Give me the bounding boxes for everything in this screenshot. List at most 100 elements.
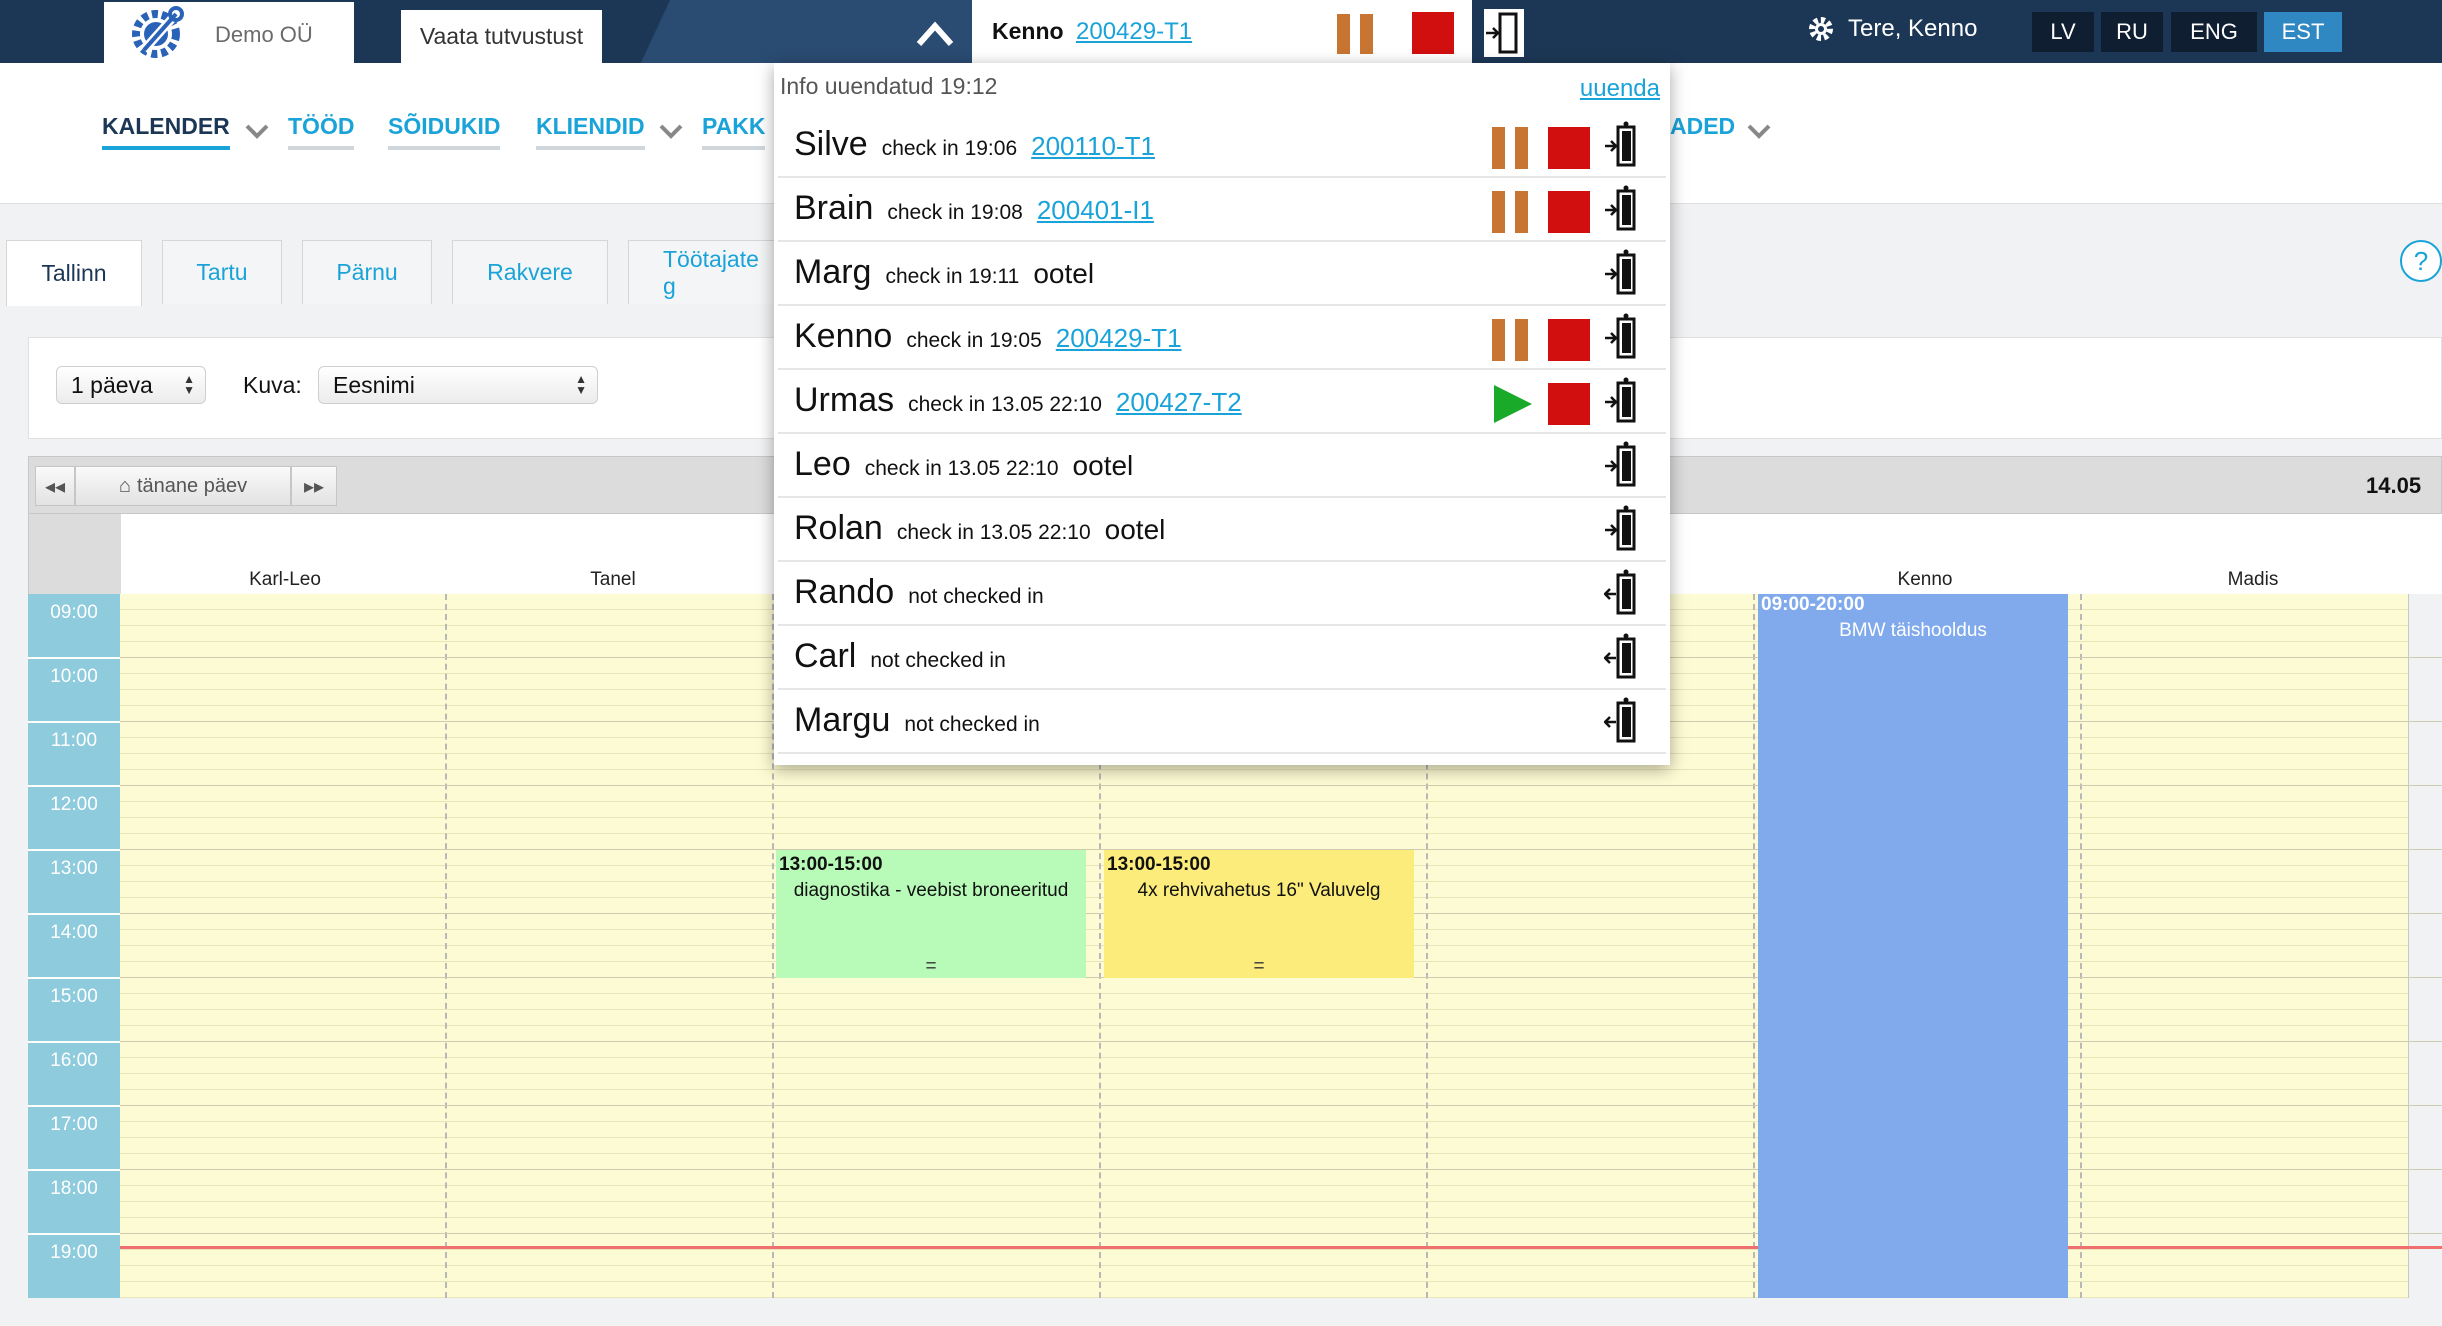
job-link[interactable]: 200110-T1 bbox=[1031, 131, 1155, 161]
pause-icon[interactable] bbox=[1492, 191, 1530, 233]
tab-tartu[interactable]: Tartu bbox=[162, 240, 282, 304]
lang-ru[interactable]: RU bbox=[2101, 12, 2163, 52]
info-updated: Info uuendatud 19:12 bbox=[780, 73, 998, 99]
employee-name: Marg check in 19:11 ootel bbox=[794, 253, 1095, 291]
company-logo-icon bbox=[132, 6, 184, 58]
chevron-down-icon[interactable] bbox=[1746, 121, 1772, 141]
checkin-toggle[interactable] bbox=[750, 0, 975, 63]
nav-kalender[interactable]: KALENDER bbox=[102, 113, 230, 150]
checkin-row: Rolan check in 13.05 22:10 ootel bbox=[778, 499, 1666, 562]
hour-label: 19:00 bbox=[50, 1242, 98, 1263]
checkin-status: check in 19:08 bbox=[887, 201, 1023, 224]
checkout-door-icon[interactable] bbox=[1604, 121, 1640, 171]
view-select[interactable]: Eesnimi ▲ ▼ bbox=[318, 366, 598, 404]
next-day-button[interactable]: ▸▸ bbox=[291, 466, 337, 506]
checkout-door-icon[interactable] bbox=[1604, 441, 1640, 491]
lang-eng[interactable]: ENG bbox=[2171, 12, 2257, 52]
checkin-door-icon[interactable] bbox=[1604, 697, 1640, 747]
nav-pakk[interactable]: PAKK bbox=[702, 113, 766, 150]
checkin-status: not checked in bbox=[904, 713, 1040, 736]
company-tab[interactable]: Demo OÜ bbox=[104, 2, 354, 63]
stop-icon[interactable] bbox=[1548, 319, 1590, 361]
calendar-event[interactable]: 13:00-15:00 diagnostika - veebist bronee… bbox=[776, 850, 1086, 978]
today-button[interactable]: ⌂ tänane päev bbox=[75, 466, 291, 506]
employee-name: Tanel bbox=[590, 569, 636, 590]
checkout-door-icon[interactable] bbox=[1604, 313, 1640, 363]
resize-handle[interactable]: = bbox=[776, 956, 1086, 978]
stop-icon[interactable] bbox=[1548, 191, 1590, 233]
tab-parnu[interactable]: Pärnu bbox=[302, 240, 432, 304]
lang-est[interactable]: EST bbox=[2264, 12, 2342, 52]
stop-icon[interactable] bbox=[1548, 383, 1590, 425]
employee-name: Urmas check in 13.05 22:10 200427-T2 bbox=[794, 381, 1242, 419]
checkin-dropdown: Info uuendatud 19:12 uuenda Silve check i… bbox=[774, 63, 1670, 765]
employee-name: Rolan check in 13.05 22:10 ootel bbox=[794, 509, 1166, 547]
checkin-door-icon[interactable] bbox=[1604, 633, 1640, 683]
help-icon[interactable]: ? bbox=[2400, 240, 2442, 282]
current-time-line bbox=[120, 1246, 2442, 1249]
checkin-row: Carl not checked in bbox=[778, 627, 1666, 690]
tab-tallinn[interactable]: Tallinn bbox=[6, 240, 142, 306]
job-status: ootel bbox=[1033, 258, 1095, 289]
prev-day-button[interactable]: ◂◂ bbox=[35, 466, 75, 506]
checkout-door-icon[interactable] bbox=[1604, 377, 1640, 427]
checkout-door-icon[interactable] bbox=[1604, 505, 1640, 555]
employee-name: Carl not checked in bbox=[794, 637, 1006, 675]
calendar-column[interactable] bbox=[2082, 594, 2409, 1298]
calendar-event[interactable]: 13:00-15:00 4x rehvivahetus 16" Valuvelg… bbox=[1104, 850, 1414, 978]
play-icon[interactable] bbox=[1492, 383, 1534, 425]
checkout-door-icon[interactable] bbox=[1604, 249, 1640, 299]
checkin-row: Urmas check in 13.05 22:10 200427-T2 bbox=[778, 371, 1666, 434]
nav-aded[interactable]: ADED bbox=[1670, 113, 1735, 150]
stop-icon[interactable] bbox=[1412, 12, 1454, 54]
calendar-date: 14.05 bbox=[2366, 473, 2422, 498]
calendar-column[interactable] bbox=[120, 594, 447, 1298]
pause-icon[interactable] bbox=[1492, 319, 1530, 361]
active-person-name: Kenno bbox=[992, 18, 1064, 44]
pause-icon[interactable] bbox=[1492, 127, 1530, 169]
nav-soidukid[interactable]: SÕIDUKID bbox=[388, 113, 501, 150]
job-link[interactable]: 200429-T1 bbox=[1056, 323, 1182, 353]
tab-rakvere[interactable]: Rakvere bbox=[452, 240, 608, 304]
chevron-down-icon[interactable] bbox=[658, 121, 684, 141]
resize-handle[interactable]: = bbox=[1104, 956, 1414, 978]
checkin-status: check in 19:06 bbox=[881, 137, 1018, 160]
hour-label: 16:00 bbox=[50, 1050, 98, 1071]
checkin-row: Leo check in 13.05 22:10 ootel bbox=[778, 435, 1666, 498]
checkin-status: not checked in bbox=[870, 649, 1006, 672]
employee-name: Kenno bbox=[1897, 569, 1953, 590]
nav-tood[interactable]: TÖÖD bbox=[288, 113, 355, 150]
checkin-status: check in 13.05 22:10 bbox=[908, 393, 1102, 416]
pause-icon[interactable] bbox=[1337, 14, 1373, 54]
active-checkin-panel: Kenno 200429-T1 bbox=[972, 0, 1472, 63]
stop-icon[interactable] bbox=[1548, 127, 1590, 169]
lang-lv[interactable]: LV bbox=[2032, 12, 2094, 52]
greeting-text: Tere, Kenno bbox=[1848, 15, 1978, 42]
checkout-door-icon[interactable] bbox=[1604, 185, 1640, 235]
period-select[interactable]: 1 päeva ▲ ▼ bbox=[56, 366, 206, 404]
event-time: 13:00-15:00 bbox=[779, 854, 883, 875]
period-value: 1 päeva bbox=[71, 371, 153, 398]
employee-name: Rando not checked in bbox=[794, 573, 1044, 611]
chevron-down-icon[interactable] bbox=[244, 121, 270, 141]
hour-label: 13:00 bbox=[50, 858, 98, 879]
view-label: Kuva: bbox=[243, 372, 302, 398]
view-guide-tab[interactable]: Vaata tutvustust bbox=[401, 10, 602, 63]
checkout-door-icon[interactable] bbox=[1484, 9, 1524, 57]
calendar-column[interactable] bbox=[447, 594, 774, 1298]
user-greeting[interactable]: Tere, Kenno bbox=[1806, 14, 1977, 44]
home-icon: ⌂ bbox=[118, 474, 131, 497]
select-arrows-icon: ▲ ▼ bbox=[575, 372, 587, 397]
employee-name: Silve check in 19:06 200110-T1 bbox=[794, 125, 1155, 163]
job-link[interactable]: 200401-I1 bbox=[1037, 195, 1154, 225]
nav-kliendid[interactable]: KLIENDID bbox=[536, 113, 645, 150]
calendar-event[interactable]: 09:00-20:00 BMW täishooldus bbox=[1758, 594, 2068, 1298]
checkin-row: Rando not checked in bbox=[778, 563, 1666, 626]
refresh-link[interactable]: uuenda bbox=[1580, 75, 1660, 103]
checkin-door-icon[interactable] bbox=[1604, 569, 1640, 619]
tab-tootajate[interactable]: Töötajate g bbox=[628, 240, 778, 304]
job-link[interactable]: 200427-T2 bbox=[1116, 387, 1242, 417]
active-job-link[interactable]: 200429-T1 bbox=[1076, 18, 1192, 46]
checkin-status: check in 13.05 22:10 bbox=[864, 457, 1059, 480]
hour-label: 15:00 bbox=[50, 986, 98, 1007]
